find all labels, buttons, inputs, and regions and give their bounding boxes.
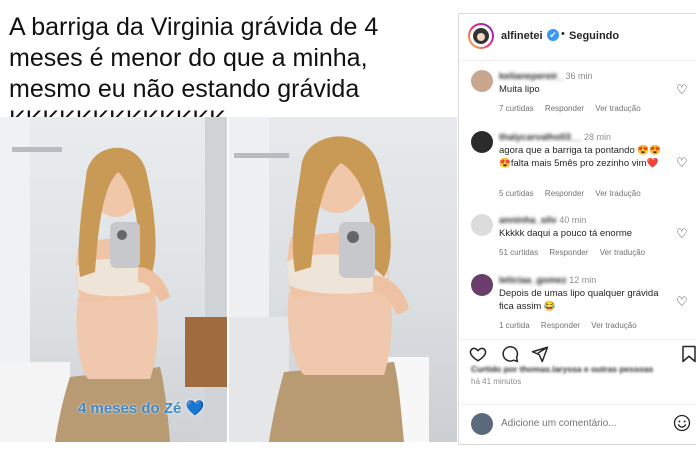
bookmark-icon[interactable]: [681, 345, 696, 368]
comment-like-heart-icon[interactable]: ♡: [676, 155, 688, 171]
story-photo-right: [229, 117, 457, 442]
post-header: alfinetei ✔ • Seguindo: [459, 14, 696, 61]
comment-time: 40 min: [559, 215, 587, 225]
translate-button[interactable]: Ver tradução: [595, 189, 640, 198]
profile-avatar[interactable]: [468, 23, 494, 49]
comment-like-heart-icon[interactable]: ♡: [676, 226, 688, 242]
comment-text: agora que a barriga ta pontando 😍😍😍falta…: [499, 145, 662, 169]
commenter-username[interactable]: kelianepereir_: [499, 71, 563, 82]
story-photo-left: 4 meses do Zé 💙: [0, 117, 227, 442]
emoji-icon[interactable]: [673, 414, 691, 437]
reply-button[interactable]: Responder: [545, 189, 584, 198]
liked-by[interactable]: Curtido por thomas.laryssa e outras pess…: [471, 364, 653, 374]
liked-by-text: Curtido por thomas.laryssa e outras pess…: [471, 364, 654, 374]
post-time-ago[interactable]: há 41 minutos: [471, 377, 521, 386]
translate-button[interactable]: Ver tradução: [600, 248, 645, 257]
comment-time: 28 min: [584, 132, 612, 142]
current-user-avatar: [471, 413, 493, 435]
comment-likes[interactable]: 7 curtidas: [499, 104, 534, 113]
commenter-avatar[interactable]: [471, 274, 493, 296]
story-caption: 4 meses do Zé 💙: [78, 399, 204, 417]
reply-button[interactable]: Responder: [541, 321, 580, 330]
reply-button[interactable]: Responder: [549, 248, 588, 257]
comment-text: Kkkkk daqui a pouco tá enorme: [499, 228, 633, 239]
mirror-selfie-illustration: [0, 117, 227, 442]
translate-button[interactable]: Ver tradução: [591, 321, 636, 330]
instagram-comments-panel: alfinetei ✔ • Seguindo kelianepereir_ 36…: [458, 13, 696, 445]
commenter-username[interactable]: thalycarvalho03__: [499, 132, 581, 143]
post-action-bar: [459, 339, 696, 366]
comment-text: Depois de umas lipo qualquer grávida fic…: [499, 288, 659, 312]
comment-likes[interactable]: 1 curtida: [499, 321, 530, 330]
add-comment-row: [459, 404, 696, 445]
comment-likes[interactable]: 5 curtidas: [499, 189, 534, 198]
meme-image: A barriga da Virginia grávida de 4 meses…: [0, 0, 458, 464]
comment-text: Muita lipo: [499, 84, 540, 95]
mirror-selfie-illustration-zoomed: [229, 117, 429, 442]
comment-like-heart-icon[interactable]: ♡: [676, 294, 688, 310]
comment-input[interactable]: [501, 418, 651, 429]
comment-likes[interactable]: 51 curtidas: [499, 248, 538, 257]
blue-heart-icon: 💙: [185, 400, 205, 417]
comment-time: 36 min: [565, 71, 593, 81]
comment-time: 12 min: [569, 275, 597, 285]
commenter-avatar[interactable]: [471, 214, 493, 236]
reply-button[interactable]: Responder: [545, 104, 584, 113]
verified-badge-icon: ✔: [547, 29, 559, 41]
separator-dot: •: [561, 28, 565, 40]
following-button[interactable]: Seguindo: [569, 30, 619, 42]
comment-like-heart-icon[interactable]: ♡: [676, 82, 688, 98]
commenter-username[interactable]: leticiaa_gomez: [499, 275, 567, 286]
post-username[interactable]: alfinetei: [501, 30, 543, 42]
commenter-username[interactable]: anninha_silv: [499, 215, 557, 226]
commenter-avatar[interactable]: [471, 70, 493, 92]
translate-button[interactable]: Ver tradução: [595, 104, 640, 113]
commenter-avatar[interactable]: [471, 131, 493, 153]
story-caption-text: 4 meses do Zé: [78, 400, 182, 417]
